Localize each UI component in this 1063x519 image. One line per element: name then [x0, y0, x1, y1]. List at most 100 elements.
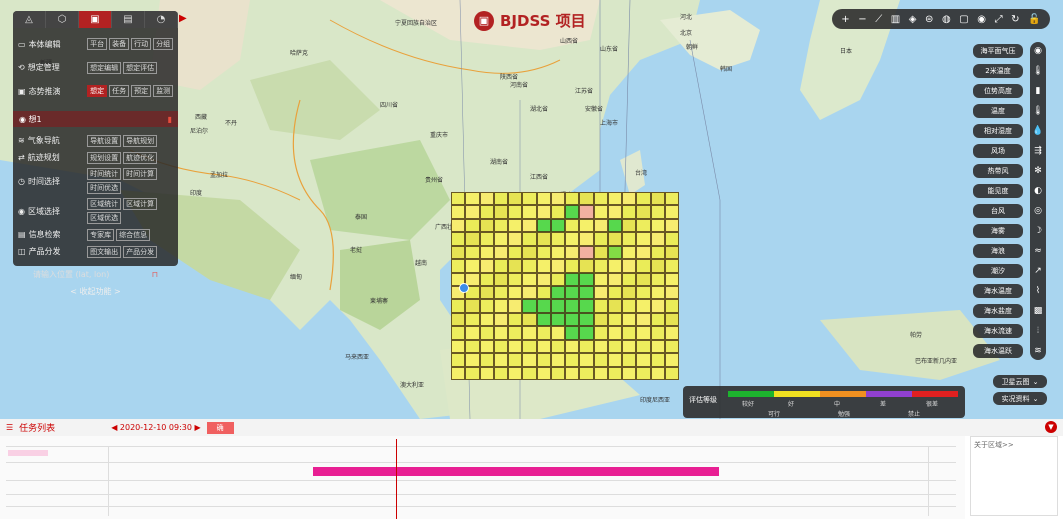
- grid-cell[interactable]: [565, 366, 580, 380]
- grid-cell[interactable]: [451, 353, 466, 367]
- grid-cell[interactable]: [465, 205, 480, 219]
- grid-cell[interactable]: [550, 339, 565, 354]
- grid-cell[interactable]: [593, 326, 608, 340]
- grid-cell[interactable]: [650, 286, 665, 300]
- grid-cell[interactable]: [493, 245, 508, 260]
- layer-button[interactable]: 2米温度: [973, 64, 1023, 78]
- grid-cell[interactable]: [493, 286, 508, 300]
- grid-cell[interactable]: [451, 259, 466, 273]
- layer-rail-icon[interactable]: ▩: [1034, 306, 1043, 316]
- grid-cell[interactable]: [493, 272, 508, 286]
- grid-cell[interactable]: [465, 259, 480, 273]
- grid-cell[interactable]: [607, 205, 622, 219]
- grid-cell[interactable]: [579, 353, 594, 367]
- grid-cell[interactable]: [664, 312, 679, 327]
- evaluation-grid[interactable]: [451, 192, 679, 380]
- grid-cell[interactable]: [607, 259, 622, 273]
- grid-cell[interactable]: [550, 272, 565, 286]
- grid-cell[interactable]: [522, 205, 537, 219]
- grid-cell[interactable]: [550, 245, 565, 260]
- grid-cell[interactable]: [536, 366, 551, 380]
- grid-cell[interactable]: [508, 245, 523, 260]
- grid-cell[interactable]: [550, 366, 565, 380]
- grid-cell[interactable]: [565, 205, 580, 219]
- grid-cell[interactable]: [664, 218, 679, 233]
- layer-rail-icon[interactable]: ≋: [1034, 346, 1042, 356]
- grid-cell[interactable]: [550, 353, 565, 367]
- grid-cell[interactable]: [593, 286, 608, 300]
- grid-cell[interactable]: [479, 299, 494, 313]
- grid-cell[interactable]: [508, 232, 523, 246]
- grid-cell[interactable]: [522, 272, 537, 286]
- grid-cell[interactable]: [536, 205, 551, 219]
- grid-cell[interactable]: [579, 299, 594, 313]
- grid-cell[interactable]: [565, 192, 580, 206]
- grid-cell[interactable]: [664, 339, 679, 354]
- layer-button[interactable]: 潮汐: [973, 264, 1023, 278]
- grid-cell[interactable]: [479, 218, 494, 233]
- grid-cell[interactable]: [579, 192, 594, 206]
- grid-cell[interactable]: [593, 312, 608, 327]
- panel-button[interactable]: 监测: [153, 85, 174, 97]
- grid-cell[interactable]: [593, 339, 608, 354]
- grid-cell[interactable]: [622, 339, 637, 354]
- grid-cell[interactable]: [607, 232, 622, 246]
- grid-cell[interactable]: [536, 259, 551, 273]
- grid-cell[interactable]: [550, 326, 565, 340]
- grid-cell[interactable]: [565, 272, 580, 286]
- grid-cell[interactable]: [579, 366, 594, 380]
- grid-cell[interactable]: [493, 366, 508, 380]
- grid-cell[interactable]: [508, 272, 523, 286]
- panel2-button[interactable]: 产品分发: [123, 245, 158, 258]
- grid-cell[interactable]: [451, 218, 466, 233]
- layer-rail-icon[interactable]: ✻: [1034, 166, 1042, 176]
- grid-cell[interactable]: [650, 272, 665, 286]
- layer-button[interactable]: 温度: [973, 104, 1023, 118]
- grid-cell[interactable]: [593, 272, 608, 286]
- grid-cell[interactable]: [479, 353, 494, 367]
- grid-cell[interactable]: [451, 339, 466, 354]
- layer-button[interactable]: 海水盐度: [973, 304, 1023, 318]
- layer-button[interactable]: 台风: [973, 204, 1023, 218]
- grid-cell[interactable]: [664, 272, 679, 286]
- layer-rail-icon[interactable]: ☽: [1034, 226, 1042, 236]
- grid-cell[interactable]: [636, 245, 651, 260]
- layer-button[interactable]: 海水温跃: [973, 344, 1023, 358]
- grid-cell[interactable]: [636, 272, 651, 286]
- grid-cell[interactable]: [536, 245, 551, 260]
- grid-cell[interactable]: [451, 245, 466, 260]
- grid-cell[interactable]: [522, 353, 537, 367]
- grid-cell[interactable]: [508, 299, 523, 313]
- grid-cell[interactable]: [579, 339, 594, 354]
- grid-cell[interactable]: [479, 192, 494, 206]
- grid-cell[interactable]: [622, 192, 637, 206]
- grid-cell[interactable]: [650, 366, 665, 380]
- grid-cell[interactable]: [479, 272, 494, 286]
- panel-button[interactable]: 任务: [109, 85, 130, 97]
- grid-cell[interactable]: [465, 366, 480, 380]
- grid-cell[interactable]: [593, 366, 608, 380]
- grid-cell[interactable]: [451, 192, 466, 206]
- grid-cell[interactable]: [550, 312, 565, 327]
- grid-cell[interactable]: [650, 218, 665, 233]
- grid-cell[interactable]: [579, 326, 594, 340]
- grid-cell[interactable]: [593, 218, 608, 233]
- grid-cell[interactable]: [593, 205, 608, 219]
- grid-cell[interactable]: [607, 366, 622, 380]
- grid-cell[interactable]: [493, 232, 508, 246]
- grid-cell[interactable]: [622, 326, 637, 340]
- grid-cell[interactable]: [593, 192, 608, 206]
- grid-cell[interactable]: [536, 299, 551, 313]
- grid-cell[interactable]: [479, 339, 494, 354]
- grid-cell[interactable]: [522, 192, 537, 206]
- grid-cell[interactable]: [465, 299, 480, 313]
- grid-cell[interactable]: [593, 353, 608, 367]
- grid-cell[interactable]: [664, 192, 679, 206]
- panel2-button[interactable]: 综合信息: [116, 228, 151, 241]
- grid-cell[interactable]: [508, 312, 523, 327]
- grid-cell[interactable]: [607, 286, 622, 300]
- grid-cell[interactable]: [565, 312, 580, 327]
- grid-cell[interactable]: [650, 192, 665, 206]
- grid-cell[interactable]: [622, 312, 637, 327]
- grid-cell[interactable]: [664, 259, 679, 273]
